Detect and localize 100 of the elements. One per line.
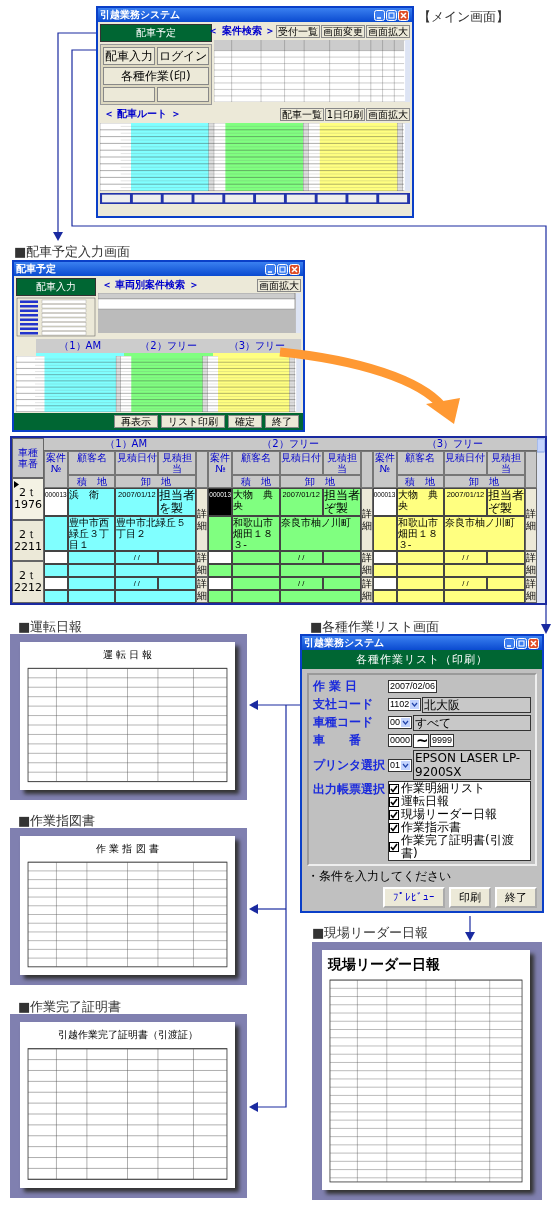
field-label: 車 番	[313, 732, 362, 749]
column-header: 積 地	[232, 475, 280, 488]
header-button[interactable]: 画面拡大	[366, 24, 410, 38]
scrollbar-icon[interactable]	[537, 438, 545, 603]
dialog-button[interactable]: 終了	[495, 887, 537, 908]
header-button[interactable]: 1日印刷	[324, 107, 365, 121]
checkbox[interactable]	[389, 822, 399, 833]
vehicle-cell[interactable]: 2ｔ 2211	[12, 519, 44, 562]
band-header: （3）フリー	[372, 438, 537, 451]
dropdown-arrow-icon	[410, 700, 420, 709]
footer-button[interactable]: 終了	[265, 415, 299, 428]
dialog-button[interactable]: 印刷	[449, 887, 491, 908]
date-field[interactable]: 2007/02/06	[388, 680, 438, 693]
screen-caption: 【メイン画面】	[418, 8, 509, 26]
checkbox-item[interactable]: 現場リーダー日報	[389, 808, 530, 821]
table-cell	[44, 516, 68, 551]
table-cell	[208, 564, 233, 577]
header-button[interactable]: 画面変更	[321, 24, 365, 38]
header-button[interactable]: 画面拡大	[366, 107, 410, 121]
range-start-field[interactable]: 0000	[388, 734, 413, 747]
customer-cell: 浜 衛	[68, 488, 116, 516]
range-end-field[interactable]: 9999	[430, 734, 455, 747]
column-header: 案件№	[208, 451, 233, 488]
band-header: （2）フリー	[124, 339, 213, 356]
window-controls-icon[interactable]	[504, 637, 540, 649]
case-number-cell[interactable]	[44, 577, 68, 590]
vehicle-cell[interactable]: 2ｔ 2212	[12, 561, 44, 603]
dialog-button[interactable]: ﾌﾟﾚﾋﾞｭｰ	[383, 887, 445, 908]
unload-address-cell: 奈良市柚ノ川町	[279, 516, 361, 551]
case-number-cell[interactable]	[372, 551, 397, 564]
vehicle-cell[interactable]: 2ｔ 1976	[12, 478, 44, 520]
column-header: 見積日付	[115, 451, 159, 475]
menu-button[interactable]: 配車入力	[103, 47, 155, 65]
column-header: 見積担当	[487, 451, 525, 475]
load-address-cell	[232, 590, 280, 603]
document-title: 作 業 指 図 書	[95, 842, 160, 856]
code-dropdown[interactable]: 00	[388, 716, 412, 729]
case-number-cell[interactable]	[44, 551, 68, 564]
code-dropdown[interactable]: 1102	[388, 698, 422, 711]
case-number-cell[interactable]	[208, 577, 233, 590]
customer-cell: 大物 典央	[232, 488, 280, 516]
checkbox[interactable]	[389, 809, 399, 820]
range-button[interactable]: ~	[413, 733, 430, 748]
header-button[interactable]: 配車一覧	[279, 107, 324, 121]
checkbox[interactable]	[389, 842, 399, 852]
document-title: 運 転 日 報	[101, 648, 154, 662]
detail-button[interactable]: 詳細	[196, 488, 209, 551]
connector-arrow	[465, 915, 475, 941]
table-cell	[372, 590, 397, 603]
band-header: （2）フリー	[208, 438, 373, 451]
column-header: 案件№	[44, 451, 68, 488]
staff-cell: 担当者を製	[158, 488, 197, 516]
column-header: 見積日付	[444, 451, 487, 475]
empty-button[interactable]	[103, 87, 155, 102]
code-dropdown[interactable]: 01	[388, 758, 412, 772]
header-button[interactable]: 受付一覧	[276, 24, 320, 38]
header-cell	[196, 451, 209, 488]
table-cell	[372, 516, 397, 551]
checkbox[interactable]	[389, 796, 399, 807]
checkbox-item[interactable]: 作業完了証明書(引渡書)	[389, 834, 530, 860]
load-address-cell	[396, 564, 444, 577]
load-address-cell	[232, 564, 280, 577]
menu-button[interactable]: 各種作業(印)	[103, 67, 209, 85]
column-header: 卸 地	[279, 475, 361, 488]
case-number-cell[interactable]	[208, 551, 233, 564]
column-header: 卸 地	[115, 475, 197, 488]
hint-text: ・条件を入力してください	[307, 868, 452, 885]
window-title: 引越業務システム	[100, 9, 180, 21]
footer-button[interactable]: 再表示	[114, 415, 158, 428]
detail-button[interactable]: 詳細	[196, 577, 209, 603]
header-button[interactable]: 画面拡大	[257, 278, 301, 292]
empty-button[interactable]	[157, 87, 209, 102]
detail-button[interactable]: 詳細	[196, 551, 209, 577]
window-controls-icon[interactable]	[265, 263, 301, 275]
staff-cell: 担当者ぞ製	[322, 488, 361, 516]
field-label: 車種コード	[313, 714, 374, 731]
column-header: 顧客名	[396, 451, 444, 475]
checkbox-item[interactable]: 作業明細リスト	[389, 782, 530, 795]
band-header: （1）AM	[36, 339, 125, 356]
name-field: すべて	[413, 714, 531, 731]
column-header: 見積日付	[279, 451, 323, 475]
load-address-cell: 和歌山市畑田１８３-	[232, 516, 280, 551]
field-label: プリンタ選択	[313, 756, 386, 774]
footer-button[interactable]: リスト印刷	[161, 415, 225, 428]
footer-button[interactable]: 確定	[228, 415, 262, 428]
menu-button[interactable]: ログイン	[157, 47, 209, 65]
window-controls-icon[interactable]	[374, 9, 410, 21]
checkbox-item[interactable]: 運転日報	[389, 795, 530, 808]
unload-address-cell: 豊中市北緑丘５丁目２	[115, 516, 197, 551]
checkbox[interactable]	[389, 783, 399, 794]
column-header: 見積担当	[158, 451, 197, 475]
checkbox-item[interactable]: 作業指示書	[389, 821, 530, 834]
table-cell	[208, 516, 233, 551]
case-number-cell[interactable]	[372, 577, 397, 590]
load-address-cell	[396, 590, 444, 603]
load-address-cell: 和歌山市畑田１８３-	[396, 516, 444, 551]
column-header: 卸 地	[444, 475, 525, 488]
screen-caption: ■配車予定入力画面	[14, 243, 131, 261]
unload-address-cell: 奈良市柚ノ川町	[444, 516, 525, 551]
staff-cell	[158, 577, 197, 590]
